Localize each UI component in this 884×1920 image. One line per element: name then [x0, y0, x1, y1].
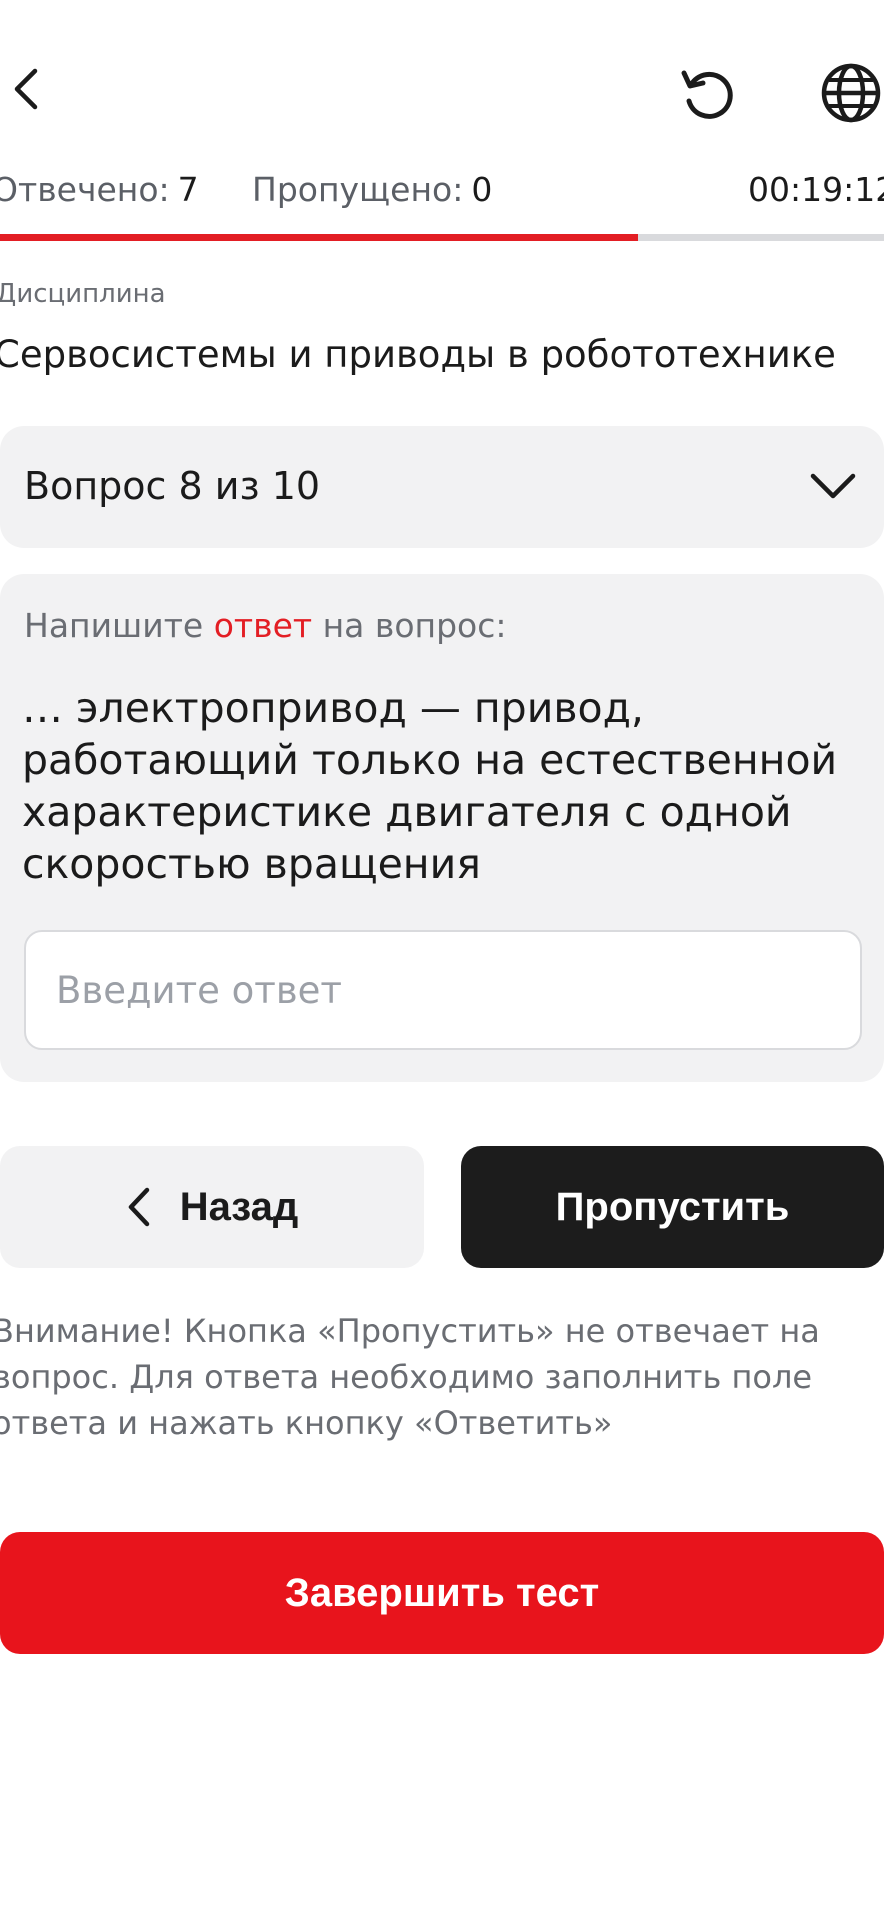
answer-prompt: Напишите ответ на вопрос: — [24, 606, 507, 645]
finish-test-label: Завершить тест — [284, 1570, 600, 1615]
skipped-count: 0 — [471, 170, 493, 209]
globe-icon — [821, 63, 881, 123]
chevron-down-icon — [810, 473, 856, 499]
discipline-label: Дисциплина — [0, 279, 166, 309]
question-card: Напишите ответ на вопрос: … электроприво… — [0, 574, 884, 1082]
finish-test-button[interactable]: Завершить тест — [0, 1532, 884, 1654]
prompt-after: на вопрос: — [312, 606, 507, 645]
discipline-name: Сервосистемы и приводы в робототехнике — [0, 333, 836, 376]
question-selector[interactable]: Вопрос 8 из 10 — [0, 426, 884, 548]
chevron-left-icon — [128, 1187, 149, 1227]
skipped-stat: Пропущено: 0 — [252, 170, 492, 209]
skipped-label: Пропущено: — [252, 170, 464, 209]
answer-input[interactable] — [24, 930, 862, 1050]
answered-count: 7 — [177, 170, 199, 209]
back-button-label: Назад — [179, 1184, 299, 1229]
restart-icon — [681, 70, 733, 119]
back-button[interactable]: Назад — [0, 1146, 424, 1268]
restart-button[interactable] — [675, 60, 741, 126]
test-screen: Отвечено: 7 Пропущено: 0 00:19:12 Дисципли… — [0, 0, 884, 1920]
question-number: Вопрос 8 из 10 — [24, 464, 321, 508]
skip-button[interactable]: Пропустить — [461, 1146, 884, 1268]
timer: 00:19:12 — [748, 170, 884, 209]
prompt-accent: ответ — [213, 606, 313, 645]
back-icon[interactable] — [6, 64, 46, 114]
chevron-left-icon — [14, 68, 38, 110]
test-stats: Отвечено: 7 Пропущено: 0 00:19:12 — [0, 170, 884, 218]
language-button[interactable] — [818, 60, 884, 126]
skip-warning: Внимание! Кнопка «Пропустить» не отвечае… — [0, 1312, 820, 1442]
skip-button-label: Пропустить — [555, 1184, 790, 1229]
prompt-before: Напишите — [24, 606, 214, 645]
progress-fill — [0, 234, 639, 241]
answered-stat: Отвечено: 7 — [0, 170, 199, 209]
answered-label: Отвечено: — [0, 170, 170, 209]
question-text: … электропривод — привод, работающий тол… — [22, 684, 838, 888]
progress-bar — [0, 234, 884, 241]
